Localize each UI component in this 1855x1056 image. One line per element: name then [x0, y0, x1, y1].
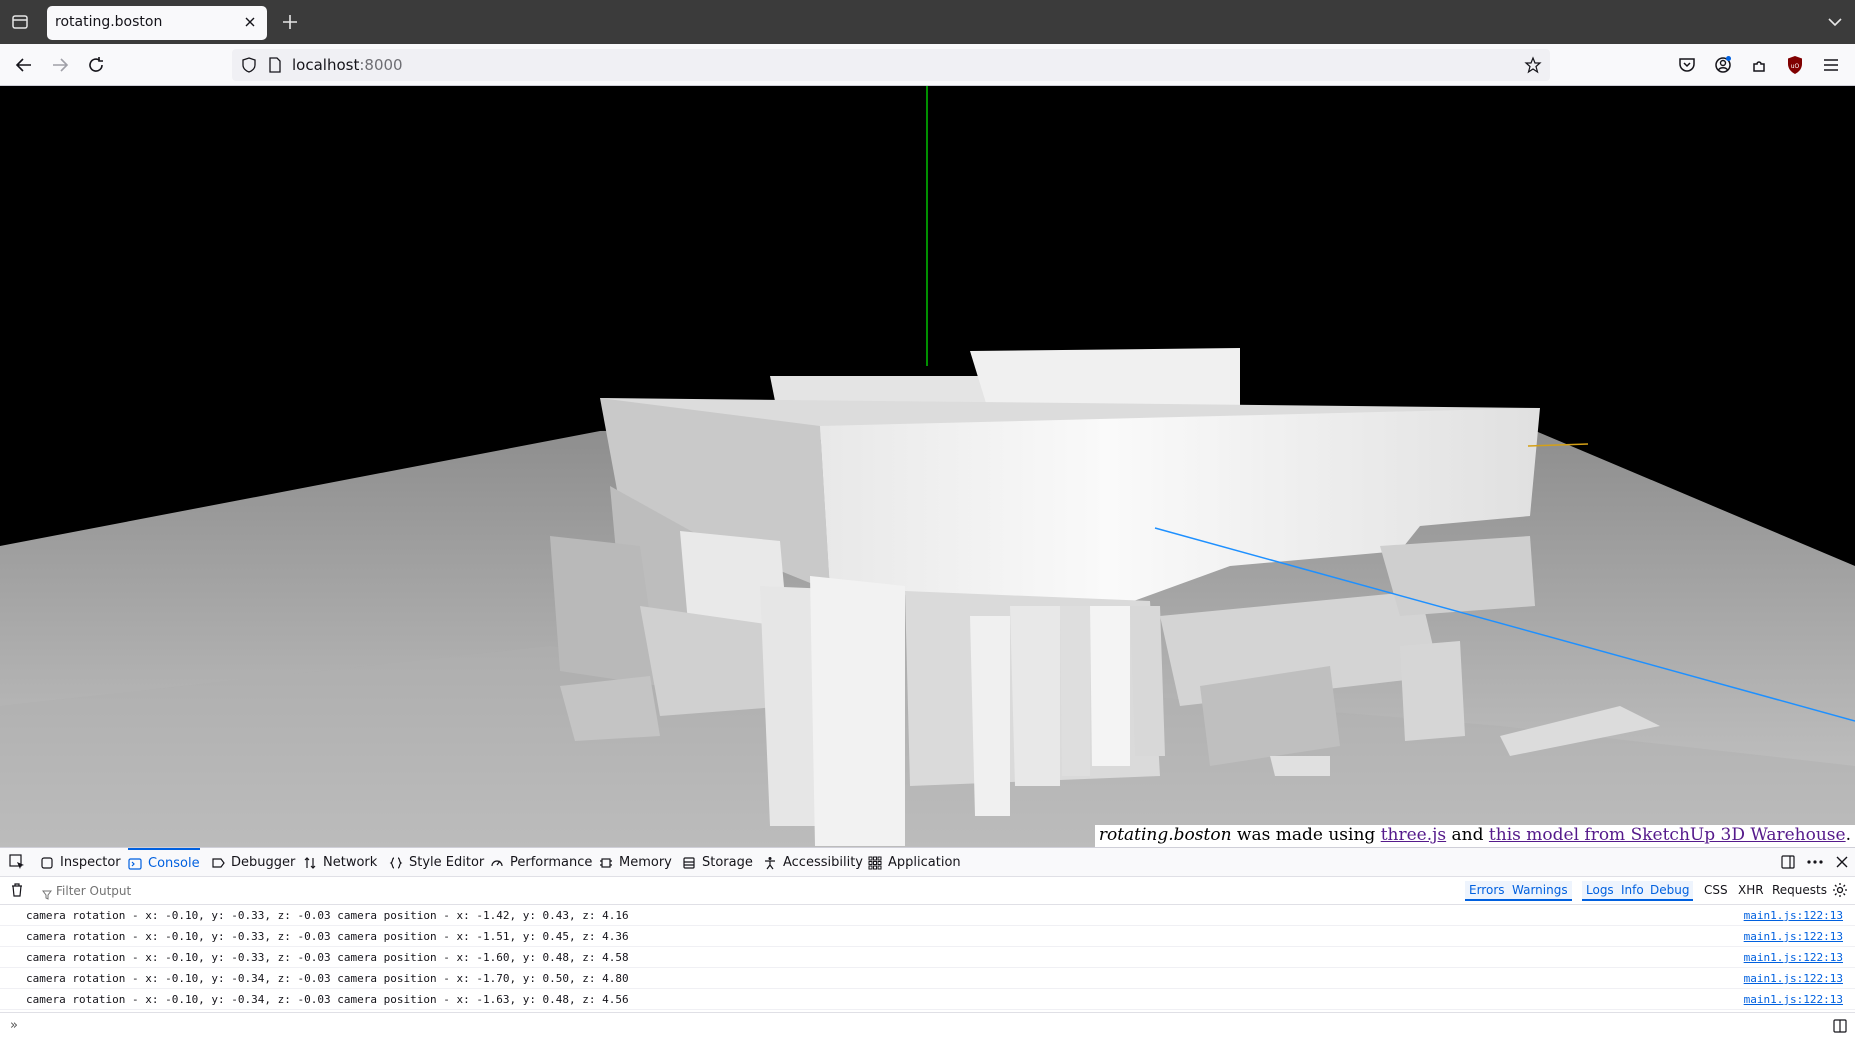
filter-debug-button[interactable]: Debug [1646, 881, 1694, 901]
console-source-link[interactable]: main1.js:122:13 [1744, 930, 1843, 943]
tab-network[interactable]: Network [303, 848, 377, 877]
new-tab-icon[interactable] [279, 11, 301, 33]
debugger-icon [212, 857, 225, 868]
inspector-icon [41, 856, 53, 869]
pick-element-icon[interactable] [8, 853, 26, 875]
tab-memory[interactable]: Memory [599, 848, 672, 877]
settings-gear-icon[interactable] [1832, 882, 1848, 902]
close-devtools-icon[interactable] [1834, 854, 1850, 874]
menu-icon[interactable] [1819, 53, 1843, 77]
storage-icon [683, 856, 695, 869]
console-toolbar: Filter Output Errors Warnings Logs Info … [0, 877, 1855, 905]
credit-made: was made using [1231, 825, 1381, 845]
filter-warnings-button[interactable]: Warnings [1508, 881, 1572, 901]
extensions-icon[interactable] [1747, 53, 1771, 77]
account-icon[interactable] [1711, 53, 1735, 77]
prompt-chevron-icon: » [10, 1018, 18, 1033]
chevron-down-icon[interactable] [1825, 12, 1845, 32]
url-text: localhost:8000 [292, 56, 403, 74]
tab-label: Memory [619, 855, 672, 870]
filter-info-button[interactable]: Info [1617, 881, 1648, 901]
tab-label: Console [148, 856, 200, 871]
tab-label: Accessibility [783, 855, 863, 870]
tab-label: Performance [510, 855, 593, 870]
more-options-icon[interactable] [1806, 854, 1824, 874]
shield-icon[interactable] [240, 56, 258, 78]
reload-icon[interactable] [84, 53, 108, 77]
console-input[interactable]: » [0, 1012, 1855, 1038]
devtools-panel: Inspector Console Debugger Network Style… [0, 847, 1855, 1056]
style-editor-icon [389, 856, 403, 869]
filter-css-button[interactable]: CSS [1700, 881, 1732, 901]
tab-label: Inspector [60, 855, 121, 870]
tab-label: Application [888, 855, 961, 870]
dock-side-icon[interactable] [1780, 854, 1796, 874]
editor-mode-icon[interactable] [1832, 1018, 1848, 1038]
svg-text:uO: uO [1791, 63, 1800, 70]
forward-icon[interactable] [48, 53, 72, 77]
tab-title: rotating.boston [55, 14, 163, 30]
threejs-link[interactable]: three.js [1381, 825, 1446, 845]
site-name: rotating.boston [1098, 825, 1232, 845]
accessibility-icon [765, 856, 775, 869]
tab-label: Debugger [231, 855, 296, 870]
browser-tab[interactable]: rotating.boston [47, 6, 267, 40]
tab-storage[interactable]: Storage [682, 848, 753, 877]
tab-inspector[interactable]: Inspector [40, 848, 121, 877]
tab-console[interactable]: Console [128, 848, 200, 877]
filter-icon [42, 885, 52, 904]
credit-end: . [1845, 825, 1851, 845]
filter-output-input[interactable]: Filter Output [56, 884, 131, 898]
webgl-viewport[interactable]: rotating.boston was made using three.js … [0, 86, 1855, 847]
console-message: camera rotation - x: -0.10, y: -0.33, z:… [26, 951, 629, 964]
filter-errors-button[interactable]: Errors [1465, 881, 1509, 901]
list-all-tabs-icon[interactable] [8, 10, 32, 34]
3d-scene[interactable] [0, 86, 1855, 847]
performance-icon [491, 859, 503, 866]
bookmark-star-icon[interactable] [1524, 56, 1542, 78]
navigation-bar: localhost:8000 uO [0, 44, 1855, 86]
tab-label: Style Editor [409, 855, 485, 870]
console-source-link[interactable]: main1.js:122:13 [1744, 909, 1843, 922]
memory-icon [600, 857, 612, 868]
credit-text: rotating.boston was made using three.js … [1094, 825, 1855, 847]
console-message: camera rotation - x: -0.10, y: -0.33, z:… [26, 930, 629, 943]
console-output: camera rotation - x: -0.10, y: -0.33, z:… [0, 905, 1855, 1010]
console-icon [128, 857, 142, 870]
console-message: camera rotation - x: -0.10, y: -0.34, z:… [26, 993, 629, 1006]
console-row: camera rotation - x: -0.10, y: -0.33, z:… [0, 926, 1855, 947]
close-tab-icon[interactable] [241, 13, 259, 31]
console-row: camera rotation - x: -0.10, y: -0.33, z:… [0, 947, 1855, 968]
credit-and: and [1446, 825, 1489, 845]
application-icon [868, 856, 882, 869]
tab-label: Storage [702, 855, 753, 870]
devtools-tab-bar: Inspector Console Debugger Network Style… [0, 848, 1855, 877]
page-icon[interactable] [266, 56, 284, 78]
sketchup-model-link[interactable]: this model from SketchUp 3D Warehouse [1489, 825, 1846, 845]
tab-strip: rotating.boston [0, 0, 1855, 44]
console-row: camera rotation - x: -0.10, y: -0.34, z:… [0, 968, 1855, 989]
tab-label: Network [323, 855, 378, 870]
url-bar[interactable]: localhost:8000 [232, 49, 1550, 81]
tab-style-editor[interactable]: Style Editor [389, 848, 484, 877]
console-message: camera rotation - x: -0.10, y: -0.34, z:… [26, 972, 629, 985]
console-row: camera rotation - x: -0.10, y: -0.34, z:… [0, 989, 1855, 1010]
console-source-link[interactable]: main1.js:122:13 [1744, 951, 1843, 964]
console-source-link[interactable]: main1.js:122:13 [1744, 972, 1843, 985]
console-row: camera rotation - x: -0.10, y: -0.33, z:… [0, 905, 1855, 926]
console-message: camera rotation - x: -0.10, y: -0.33, z:… [26, 909, 629, 922]
tab-performance[interactable]: Performance [490, 848, 592, 877]
ublock-icon[interactable]: uO [1783, 53, 1807, 77]
back-icon[interactable] [12, 53, 36, 77]
tab-accessibility[interactable]: Accessibility [763, 848, 863, 877]
tab-debugger[interactable]: Debugger [211, 848, 295, 877]
pocket-icon[interactable] [1675, 53, 1699, 77]
filter-requests-button[interactable]: Requests [1768, 881, 1831, 901]
trash-icon[interactable] [9, 882, 25, 902]
tab-application[interactable]: Application [868, 848, 961, 877]
console-source-link[interactable]: main1.js:122:13 [1744, 993, 1843, 1006]
filter-logs-button[interactable]: Logs [1582, 881, 1618, 901]
network-icon [304, 856, 316, 869]
filter-xhr-button[interactable]: XHR [1734, 881, 1768, 901]
